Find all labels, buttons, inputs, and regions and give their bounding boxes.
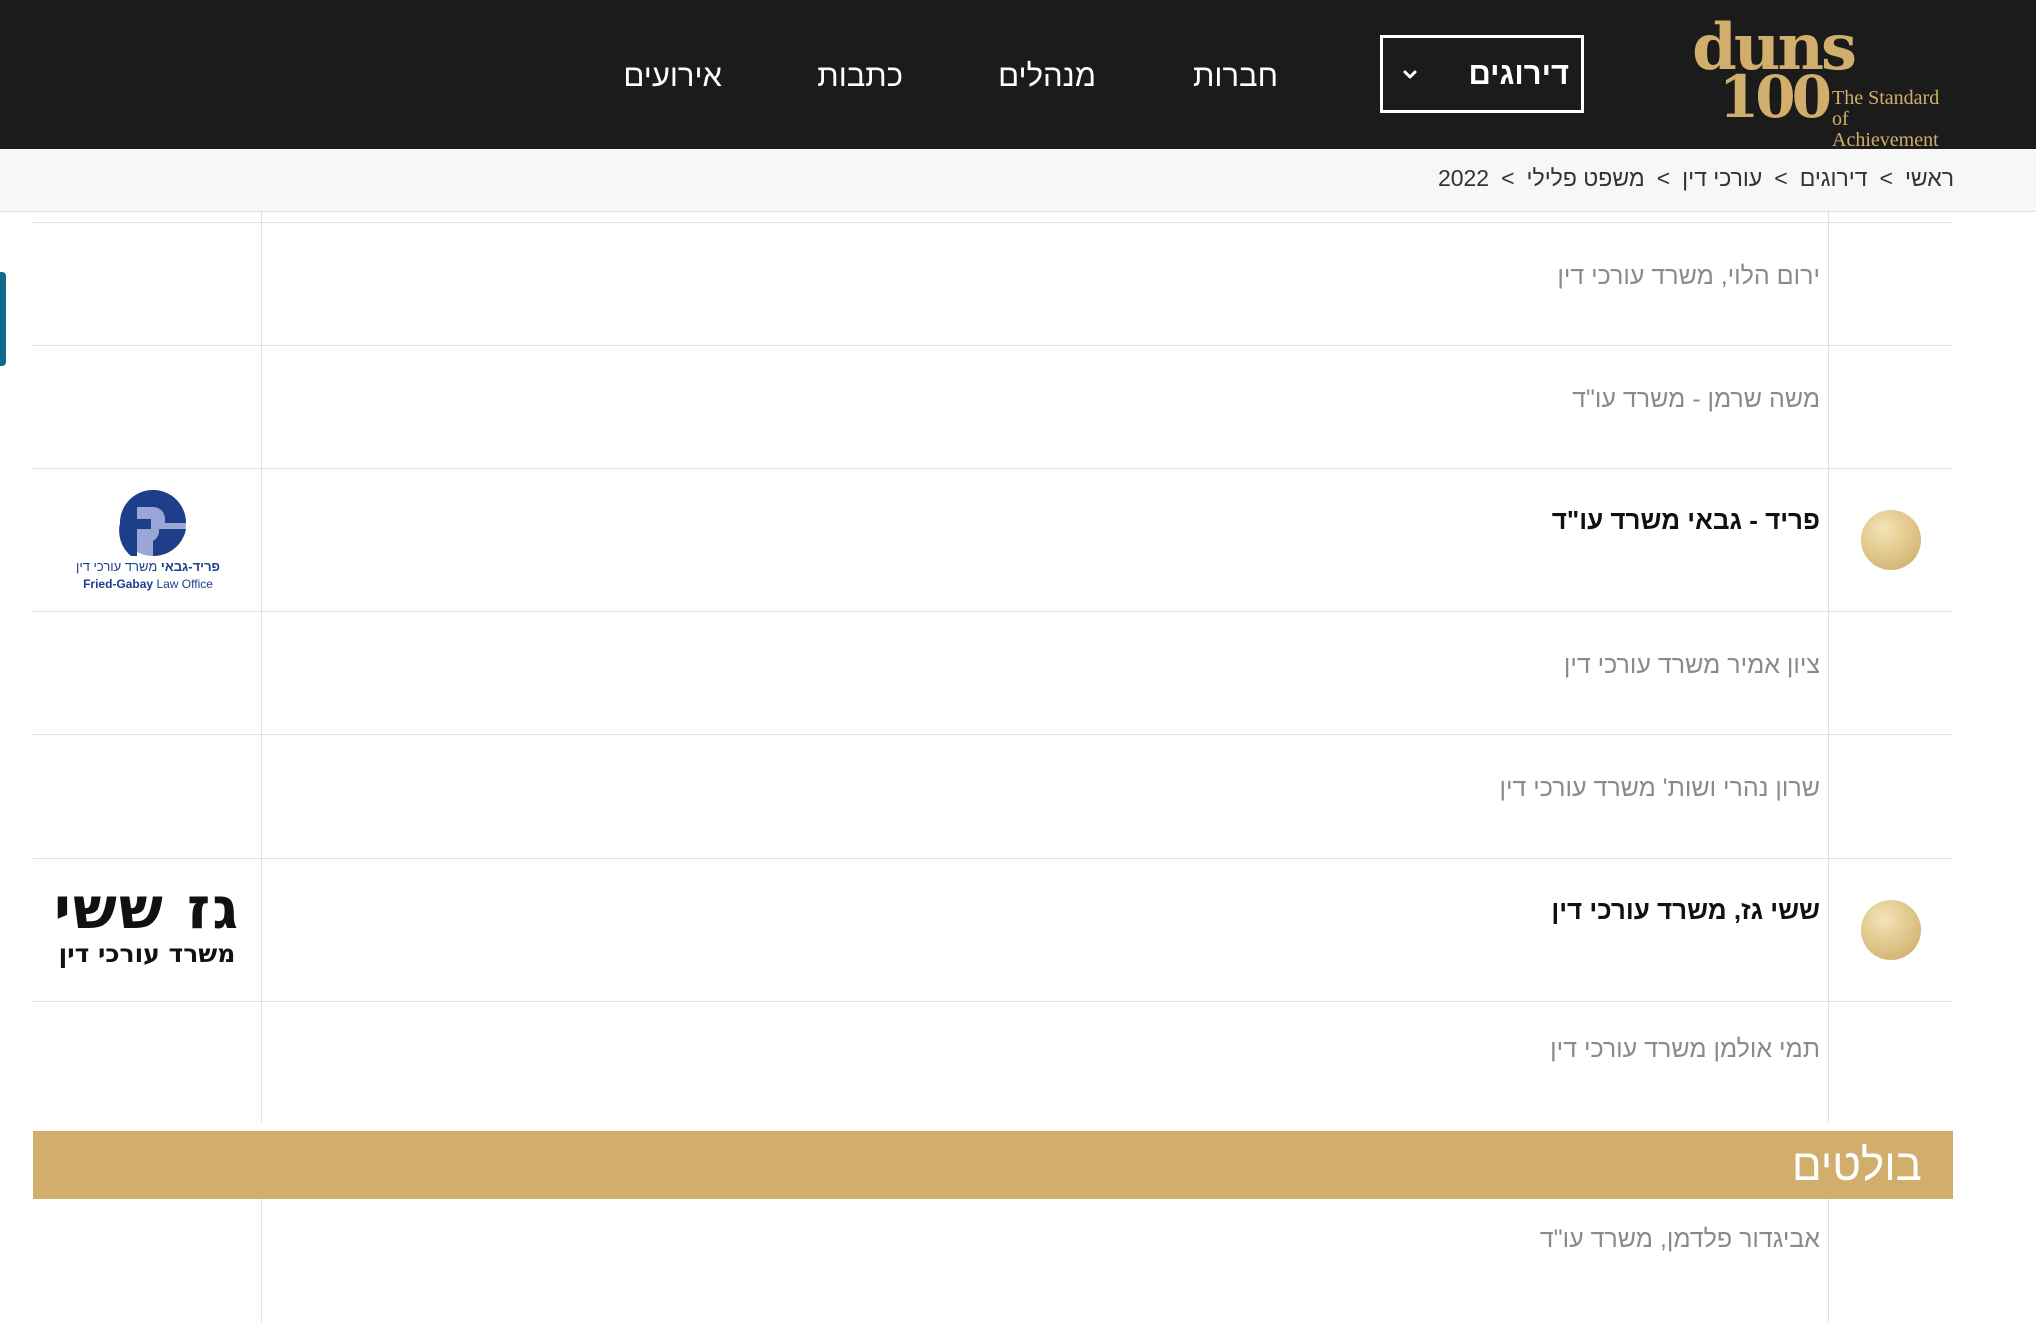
table-row[interactable]: משה שרמן - משרד עו"ד [33,346,1953,469]
gold-medal-icon [1861,510,1921,570]
section-title: בולטים [1791,1141,1922,1190]
breadcrumb-year: 2022 [1437,165,1490,191]
nav-item-managers[interactable]: מנהלים [998,58,1096,94]
breadcrumb-separator: > [1879,165,1893,191]
breadcrumb-lawyers[interactable]: עורכי דין [1682,165,1762,192]
nav-item-ratings-dropdown[interactable]: דירוגים [1380,35,1584,113]
nav-item-companies[interactable]: חברות [1193,58,1278,94]
gold-medal-icon [1861,900,1921,960]
breadcrumb-ratings[interactable]: דירוגים [1800,165,1868,192]
breadcrumb-separator: > [1774,165,1788,191]
firm-name[interactable]: פריד - גבאי משרד עו"ד [1552,505,1820,536]
gs-logo-subtitle: משרד עורכי דין [58,939,236,968]
nav-item-articles[interactable]: כתבות [817,58,903,94]
firm-name[interactable]: משה שרמן - משרד עו"ד [1572,385,1820,414]
breadcrumb-home[interactable]: ראשי [1905,165,1954,192]
table-row[interactable]: אביגדור פלדמן, משרד עו"ד [33,1199,1953,1322]
nav-item-ratings-label: דירוגים [1468,56,1569,91]
fried-gabay-logo[interactable]: פריד-גבאי משרד עורכי דין Fried-Gabay Law… [73,489,223,591]
section-header-prominent: בולטים [33,1131,1953,1199]
fg-logo-english: Fried-Gabay Law Office [83,577,213,591]
side-floating-tab[interactable] [0,272,6,366]
duns100-logo[interactable]: duns 100 The Standard of Achievement [1692,16,1954,151]
firm-name[interactable]: ירום הלוי, משרד עורכי דין [1557,262,1820,291]
gs-logo-title: גז ששי [53,874,241,942]
table-row[interactable]: ציון אמיר משרד עורכי דין [33,612,1953,735]
fg-monogram-icon [119,490,186,557]
top-navigation-bar: duns 100 The Standard of Achievement דיר… [0,0,2036,151]
breadcrumb-criminal-law[interactable]: משפט פלילי [1527,165,1645,192]
table-row[interactable]: תמי אולמן משרד עורכי דין [33,1002,1953,1122]
logo-tagline: The Standard of Achievement [1832,87,1940,151]
table-row-featured[interactable]: ששי גז, משרד עורכי דין גז ששי משרד עורכי… [33,859,1953,1002]
gaz-sheshi-logo[interactable]: גז ששי משרד עורכי דין [41,877,253,985]
logo-word-100: 100 [1718,63,1832,131]
breadcrumb: ראשי > דירוגים > עורכי דין > משפט פלילי … [1438,165,1954,192]
breadcrumb-bar: ראשי > דירוגים > עורכי דין > משפט פלילי … [0,149,2036,212]
firm-name[interactable]: אביגדור פלדמן, משרד עו"ד [1540,1225,1820,1254]
fg-logo-hebrew: פריד-גבאי משרד עורכי דין [75,559,221,574]
firm-name[interactable]: ציון אמיר משרד עורכי דין [1564,651,1820,680]
chevron-down-icon [1403,70,1417,79]
prominent-table: אביגדור פלדמן, משרד עו"ד [33,1199,1953,1322]
nav-item-events[interactable]: אירועים [623,58,722,94]
firm-name[interactable]: תמי אולמן משרד עורכי דין [1550,1035,1820,1064]
table-row[interactable]: ירום הלוי, משרד עורכי דין [33,223,1953,346]
table-row[interactable]: שרון נהרי ושות' משרד עורכי דין [33,735,1953,859]
breadcrumb-separator: > [1656,165,1671,191]
ranking-table: ירום הלוי, משרד עורכי דין משה שרמן - משר… [33,212,1953,1122]
firm-name[interactable]: ששי גז, משרד עורכי דין [1551,895,1820,926]
table-row-featured[interactable]: פריד - גבאי משרד עו"ד פריד-גבאי משרד עור… [33,469,1953,612]
breadcrumb-separator: > [1501,165,1515,191]
firm-name[interactable]: שרון נהרי ושות' משרד עורכי דין [1499,774,1820,803]
